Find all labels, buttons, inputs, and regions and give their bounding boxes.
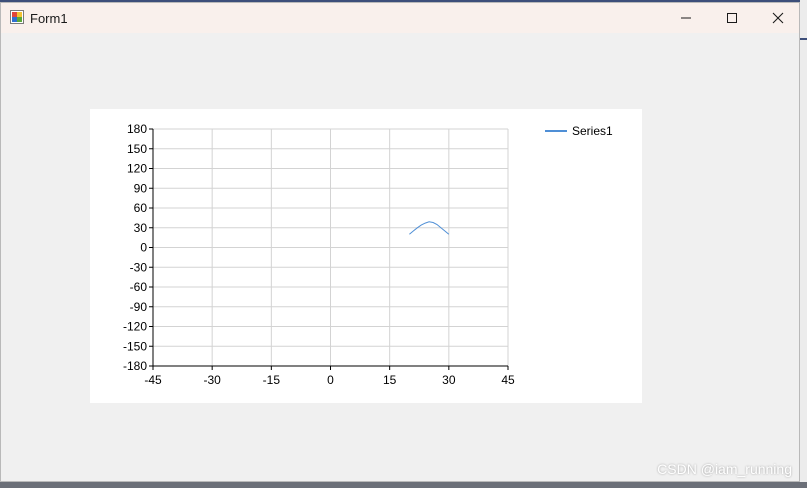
- y-tick-label: 30: [134, 221, 148, 235]
- y-tick-label: -150: [123, 339, 147, 353]
- close-button[interactable]: [755, 3, 801, 33]
- x-tick-label: -15: [263, 373, 281, 387]
- y-tick-label: -90: [130, 300, 148, 314]
- minimize-button[interactable]: [663, 3, 709, 33]
- y-tick-label: 180: [127, 122, 147, 136]
- close-icon: [772, 12, 784, 24]
- legend-label: Series1: [572, 124, 613, 138]
- winforms-app-icon: [10, 10, 24, 24]
- y-tick-label: -60: [130, 280, 148, 294]
- y-tick-label: 90: [134, 181, 148, 195]
- x-tick-label: 30: [442, 373, 456, 387]
- x-tick-label: -45: [144, 373, 162, 387]
- y-tick-label: 120: [127, 162, 147, 176]
- desktop-bottom-strip: [0, 482, 807, 488]
- form-window: Form1 180 150 120 90 60 30 0 -30 -60 -90 -120 -150-…: [0, 2, 800, 482]
- x-tick-label: 0: [327, 373, 334, 387]
- x-tick-label: 15: [383, 373, 397, 387]
- y-tick-label: -120: [123, 320, 147, 334]
- maximize-icon: [727, 13, 737, 23]
- x-tick-label: 45: [501, 373, 515, 387]
- y-tick-label: 60: [134, 201, 148, 215]
- x-tick-label: -30: [203, 373, 221, 387]
- y-tick-label: 0: [140, 241, 147, 255]
- y-tick-label: -30: [130, 260, 148, 274]
- y-tick-label: -180: [123, 359, 147, 373]
- desktop-right-strip: [800, 0, 807, 488]
- y-tick-label: 150: [127, 142, 147, 156]
- maximize-button[interactable]: [709, 3, 755, 33]
- line-chart: 1801501209060300-30-60-90-120-150-180-45…: [123, 122, 613, 387]
- title-bar[interactable]: Form1: [1, 3, 799, 33]
- watermark-text: CSDN @iam_running: [657, 461, 792, 477]
- window-title: Form1: [30, 11, 68, 26]
- chart-control: 180 150 120 90 60 30 0 -30 -60 -90 -120 -150 -180 -45…: [90, 109, 642, 403]
- minimize-icon: [681, 17, 691, 19]
